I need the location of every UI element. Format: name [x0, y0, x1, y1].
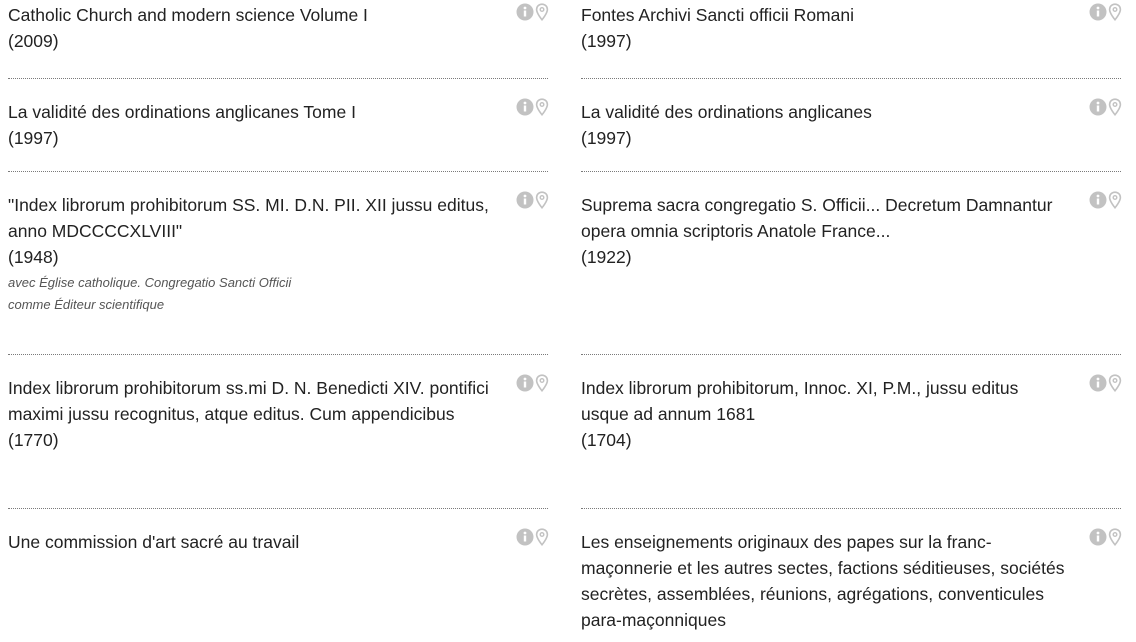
- result-title-link[interactable]: Suprema sacra congregatio S. Officii... …: [581, 192, 1061, 244]
- result-actions: [1089, 98, 1122, 116]
- list-item: Index librorum prohibitorum, Innoc. XI, …: [581, 355, 1122, 509]
- result-year: (2009): [8, 31, 59, 51]
- map-marker-icon[interactable]: [1108, 191, 1122, 209]
- result-year: (1922): [581, 247, 632, 267]
- list-item: Les enseignements originaux des papes su…: [581, 509, 1122, 639]
- map-marker-icon[interactable]: [1108, 3, 1122, 21]
- map-marker-icon[interactable]: [535, 98, 549, 116]
- result-title-link[interactable]: Une commission d'art sacré au travail: [8, 529, 508, 555]
- map-marker-icon[interactable]: [1108, 374, 1122, 392]
- result-actions: [1089, 191, 1122, 209]
- result-actions: [1089, 374, 1122, 392]
- results-grid: Catholic Church and modern science Volum…: [0, 0, 1136, 642]
- map-marker-icon[interactable]: [1108, 98, 1122, 116]
- result-contributor: avec Église catholique. Congregatio Sanc…: [8, 275, 292, 312]
- info-icon[interactable]: [516, 3, 534, 21]
- result-title-link[interactable]: Index librorum prohibitorum, Innoc. XI, …: [581, 375, 1061, 427]
- result-actions: [1089, 528, 1122, 546]
- result-year: (1997): [581, 31, 632, 51]
- result-actions: [516, 528, 549, 546]
- list-item: "Index librorum prohibitorum SS. MI. D.N…: [8, 172, 549, 355]
- result-actions: [1089, 3, 1122, 21]
- info-icon[interactable]: [516, 374, 534, 392]
- result-year: (1997): [8, 128, 59, 148]
- list-item: La validité des ordinations anglicanes T…: [8, 79, 549, 172]
- results-column-left: Catholic Church and modern science Volum…: [8, 0, 549, 639]
- map-marker-icon[interactable]: [535, 191, 549, 209]
- result-title-link[interactable]: La validité des ordinations anglicanes: [581, 99, 1081, 125]
- info-icon[interactable]: [1089, 528, 1107, 546]
- list-item: Index librorum prohibitorum ss.mi D. N. …: [8, 355, 549, 509]
- info-icon[interactable]: [1089, 98, 1107, 116]
- result-actions: [516, 374, 549, 392]
- result-year: (1997): [581, 128, 632, 148]
- result-year: (1948): [8, 247, 59, 267]
- result-year: (1704): [581, 430, 632, 450]
- result-title-link[interactable]: "Index librorum prohibitorum SS. MI. D.N…: [8, 192, 508, 244]
- info-icon[interactable]: [516, 528, 534, 546]
- info-icon[interactable]: [1089, 3, 1107, 21]
- info-icon[interactable]: [516, 191, 534, 209]
- list-item: Catholic Church and modern science Volum…: [8, 2, 549, 79]
- list-item: Fontes Archivi Sancti officii Romani (19…: [581, 2, 1122, 79]
- result-title-link[interactable]: Fontes Archivi Sancti officii Romani: [581, 2, 1081, 28]
- map-marker-icon[interactable]: [535, 528, 549, 546]
- list-item: La validité des ordinations anglicanes (…: [581, 79, 1122, 172]
- result-actions: [516, 191, 549, 209]
- list-item: Une commission d'art sacré au travail: [8, 509, 549, 639]
- info-icon[interactable]: [1089, 191, 1107, 209]
- result-title-link[interactable]: Les enseignements originaux des papes su…: [581, 529, 1081, 633]
- result-title-link[interactable]: La validité des ordinations anglicanes T…: [8, 99, 508, 125]
- result-year: (1770): [8, 430, 59, 450]
- map-marker-icon[interactable]: [535, 374, 549, 392]
- map-marker-icon[interactable]: [1108, 528, 1122, 546]
- results-column-right: Fontes Archivi Sancti officii Romani (19…: [581, 0, 1122, 639]
- info-icon[interactable]: [516, 98, 534, 116]
- result-title-link[interactable]: Catholic Church and modern science Volum…: [8, 2, 508, 28]
- result-actions: [516, 3, 549, 21]
- map-marker-icon[interactable]: [535, 3, 549, 21]
- result-title-link[interactable]: Index librorum prohibitorum ss.mi D. N. …: [8, 375, 508, 427]
- info-icon[interactable]: [1089, 374, 1107, 392]
- list-item: Suprema sacra congregatio S. Officii... …: [581, 172, 1122, 355]
- result-actions: [516, 98, 549, 116]
